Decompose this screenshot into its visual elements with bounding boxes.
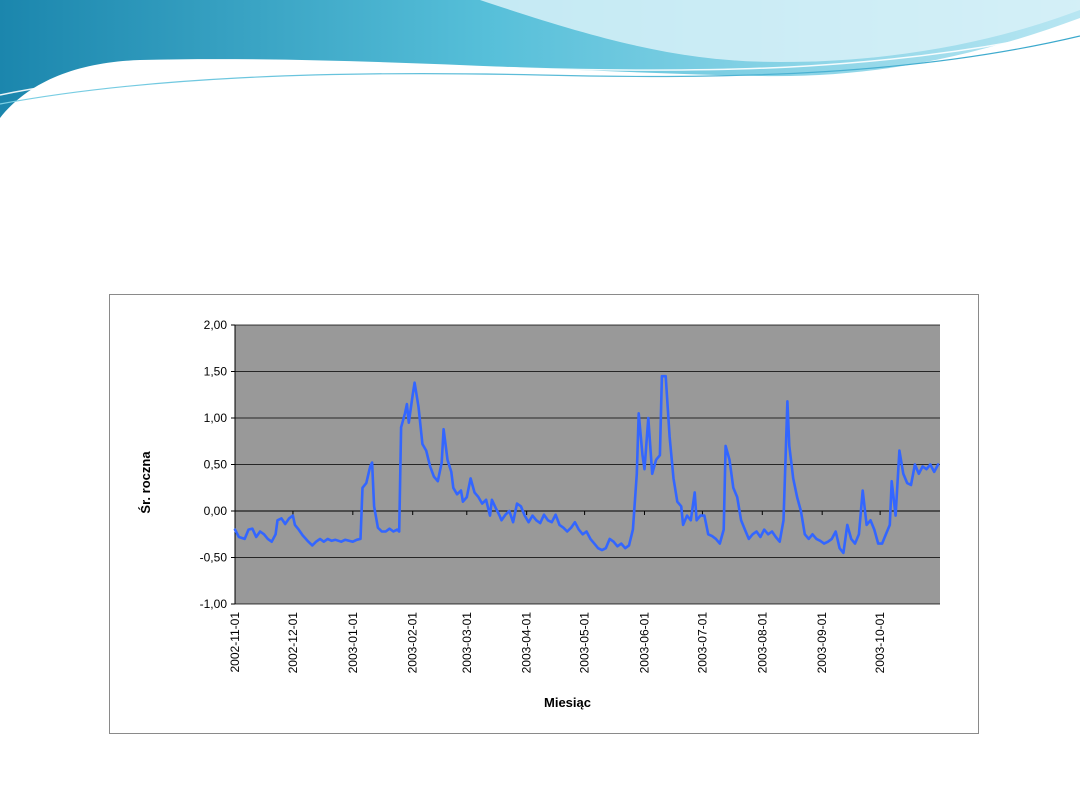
- line-chart: 2,00 1,50 1,00 0,50 0,00 -0,50 -1,002002-11-01…: [138, 318, 940, 710]
- x-tick-label: 2003-03-01: [460, 612, 474, 674]
- x-tick-label: 2003-08-01: [755, 612, 769, 674]
- y-tick-label: -0,50: [200, 551, 228, 565]
- y-tick-label: 1,00: [204, 411, 228, 425]
- chart-frame: 2,00 1,50 1,00 0,50 0,00 -0,50 -1,00 2002-11-01…: [109, 294, 979, 734]
- x-tick-label: 2003-07-01: [695, 612, 709, 674]
- y-axis-title: Śr. roczna: [138, 451, 153, 514]
- y-tick-label: 1,50: [204, 365, 228, 379]
- x-tick-label: 2003-10-01: [873, 612, 887, 674]
- x-tick-label: 2003-01-01: [346, 612, 360, 674]
- x-tick-label: 2003-02-01: [406, 612, 420, 674]
- y-tick-label: -1,00: [200, 597, 228, 611]
- x-tick-label: 2002-12-01: [286, 612, 300, 674]
- y-tick-label: 2,00: [204, 318, 228, 332]
- x-tick-label: 2003-09-01: [815, 612, 829, 674]
- x-tick-label: 2003-06-01: [637, 612, 651, 674]
- y-tick-label: 0,00: [204, 504, 228, 518]
- x-tick-label: 2003-04-01: [520, 612, 534, 674]
- x-axis-title: Miesiąc: [544, 695, 591, 710]
- x-tick-label: 2002-11-01: [228, 612, 242, 673]
- x-tick-label: 2003-05-01: [578, 612, 592, 674]
- slide-header-wave: [0, 0, 1080, 118]
- y-tick-label: 0,50: [204, 458, 228, 472]
